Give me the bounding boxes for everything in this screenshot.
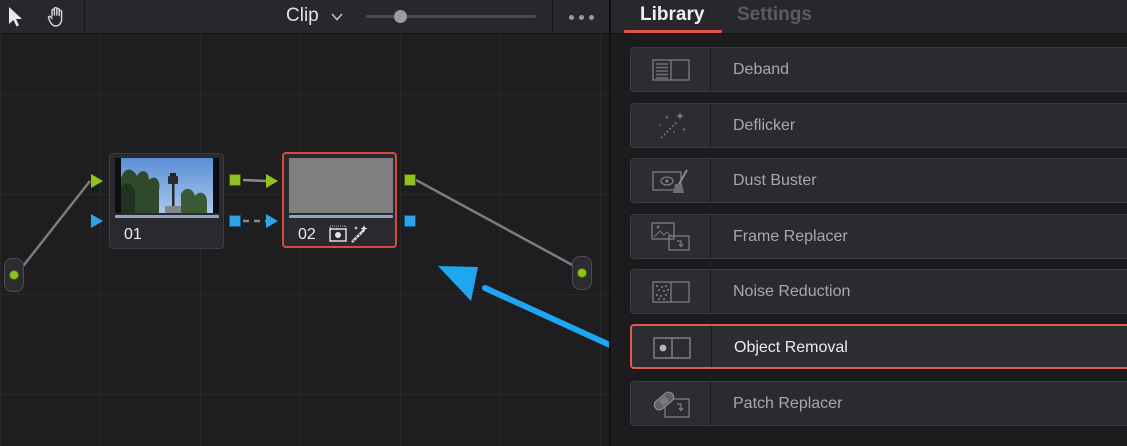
source-input-node[interactable] (4, 258, 24, 292)
noise-reduction-icon (652, 281, 690, 303)
library-item-deband[interactable]: Deband (630, 47, 1127, 92)
magic-wand-badge-icon (351, 225, 368, 243)
deband-icon (652, 59, 690, 81)
library-panel: Library Settings Deband Deflicker Dust B… (609, 0, 1127, 446)
object-removal-badge-icon (329, 225, 347, 242)
library-item-deflicker[interactable]: Deflicker (630, 103, 1127, 148)
library-item-noise-reduction[interactable]: Noise Reduction (630, 269, 1127, 314)
library-item-label: Dust Buster (733, 172, 817, 189)
connection-wire (242, 178, 269, 183)
active-tab-indicator (624, 30, 722, 33)
node-02[interactable]: 02 (282, 152, 416, 248)
node-01[interactable]: 01 (109, 153, 241, 249)
node-fx-badges (329, 225, 368, 243)
library-item-label: Patch Replacer (733, 395, 843, 412)
library-item-label: Noise Reduction (733, 283, 851, 300)
output-node[interactable] (572, 256, 592, 290)
frame-replacer-icon (651, 222, 690, 251)
patch-replacer-bandage-icon (653, 391, 690, 418)
node-01-rgb-input (91, 174, 103, 188)
node-number: 01 (124, 226, 142, 243)
node-02-rgb-input (266, 174, 278, 188)
node-02-rgb-output[interactable] (404, 174, 416, 186)
panel-tabs: Library Settings (611, 0, 1127, 34)
tab-library[interactable]: Library (640, 4, 704, 26)
node-number: 02 (298, 226, 316, 243)
node-01-alpha-input (91, 214, 103, 228)
node-01-rgb-output[interactable] (229, 174, 241, 186)
dust-buster-broom-icon (652, 169, 688, 193)
node-editor[interactable]: Clip 01 02 (0, 0, 609, 446)
gray-thumbnail (289, 158, 393, 213)
library-item-patch-replacer[interactable]: Patch Replacer (630, 381, 1127, 426)
object-removal-icon (653, 337, 691, 359)
library-item-frame-replacer[interactable]: Frame Replacer (630, 214, 1127, 259)
deflicker-sparkle-icon (659, 112, 687, 139)
node-02-alpha-output[interactable] (404, 215, 416, 227)
library-item-dust-buster[interactable]: Dust Buster (630, 158, 1127, 203)
node-01-alpha-output[interactable] (229, 215, 241, 227)
street-lamp-and-trees-thumbnail (115, 158, 219, 213)
library-item-label: Frame Replacer (733, 228, 848, 245)
connection-wire (19, 180, 91, 271)
library-item-object-removal[interactable]: Object Removal (630, 324, 1127, 369)
node-02-alpha-input (266, 214, 278, 228)
tab-settings[interactable]: Settings (737, 4, 812, 26)
library-item-label: Deband (733, 61, 790, 78)
connection-wire (415, 178, 577, 269)
library-item-label: Object Removal (734, 339, 848, 356)
library-item-label: Deflicker (733, 117, 796, 134)
